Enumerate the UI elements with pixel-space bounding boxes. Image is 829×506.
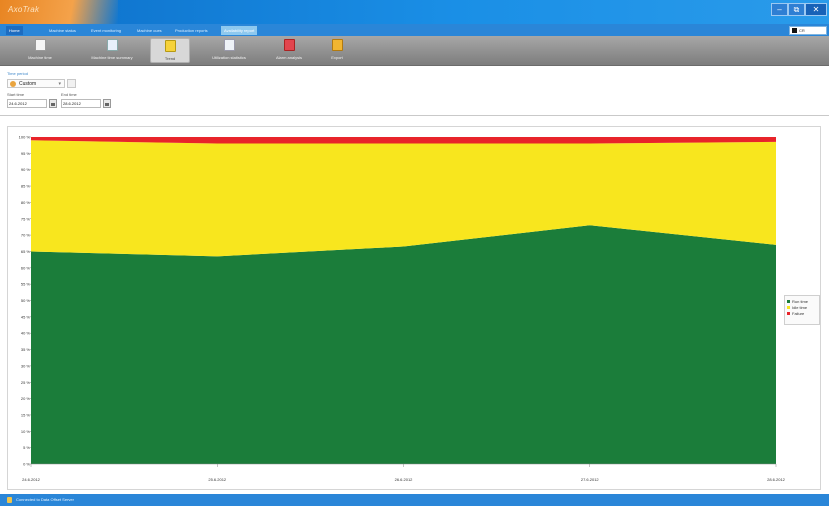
- y-tick-label: 70 %: [21, 233, 31, 238]
- legend-swatch: [787, 305, 790, 309]
- y-tick-label: 65 %: [21, 249, 31, 254]
- y-tick-label: 75 %: [21, 216, 31, 221]
- y-tick-label: 20 %: [21, 396, 31, 401]
- x-tick-label: 26.6.2012: [395, 477, 414, 482]
- y-tick-label: 95 %: [21, 151, 31, 156]
- y-tick-label: 50 %: [21, 298, 31, 303]
- legend-swatch: [787, 299, 790, 303]
- y-tick-label: 55 %: [21, 282, 31, 287]
- y-tick-label: 60 %: [21, 265, 31, 270]
- status-text: Connected to Data Offset Server: [16, 497, 74, 502]
- x-tick-label: 25.6.2012: [208, 477, 227, 482]
- y-tick-label: 90 %: [21, 167, 31, 172]
- y-tick-label: 5 %: [23, 445, 30, 450]
- y-tick-label: 0 %: [23, 462, 30, 467]
- status-bar: Connected to Data Offset Server: [0, 494, 829, 506]
- y-tick-label: 25 %: [21, 380, 31, 385]
- y-tick-label: 100 %: [19, 135, 31, 140]
- y-tick-label: 15 %: [21, 412, 31, 417]
- y-tick-label: 10 %: [21, 429, 31, 434]
- x-tick-label: 27.6.2012: [581, 477, 600, 482]
- x-tick-label: 28.6.2012: [767, 477, 786, 482]
- legend-item: Failure: [787, 310, 817, 316]
- y-tick-label: 35 %: [21, 347, 31, 352]
- connection-icon: [7, 497, 12, 503]
- y-tick-label: 80 %: [21, 200, 31, 205]
- chart-legend: Run time Idle time Failure: [784, 295, 820, 325]
- legend-swatch: [787, 311, 790, 315]
- x-tick-label: 24.6.2012: [22, 477, 41, 482]
- y-tick-label: 85 %: [21, 184, 31, 189]
- y-tick-label: 40 %: [21, 331, 31, 336]
- area-series-run-time: [31, 225, 776, 464]
- y-tick-label: 30 %: [21, 363, 31, 368]
- y-tick-label: 45 %: [21, 314, 31, 319]
- trend-chart: 0 % 5 % 10 % 15 % 20 % 25 % 30 % 35 % 40 % 45 % 50…: [19, 135, 786, 483]
